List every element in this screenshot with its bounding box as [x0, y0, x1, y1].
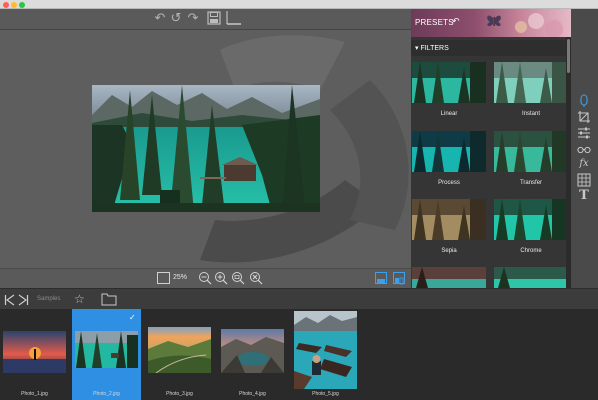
- photo-editor-window: ↶ ↺ ↷ 25% PRESETS ↶ ▾ FILTERS Linear Ins…: [0, 0, 598, 400]
- minimize-window-button[interactable]: [11, 2, 17, 8]
- presets-panel: PRESETS ↶ ▾ FILTERS Linear Instant Proce…: [411, 9, 571, 288]
- main-photo: [92, 85, 320, 212]
- photo-1-name: Photo_1.jpg: [21, 391, 48, 397]
- filter-label-chrome: Chrome: [520, 248, 542, 254]
- photo-2-thumbnail: [75, 331, 138, 368]
- undo-alt-icon[interactable]: ↺: [168, 11, 184, 27]
- zoom-actual-size-icon[interactable]: [231, 271, 245, 285]
- film-item-photo-1[interactable]: Photo_1.jpg: [0, 309, 69, 400]
- filter-label-linear: Linear: [440, 111, 458, 117]
- filters-title: ▾ FILTERS: [415, 45, 449, 52]
- filter-thumb-process[interactable]: [412, 131, 486, 172]
- photo-4-thumbnail: [221, 329, 284, 373]
- film-item-photo-5[interactable]: Photo_5.jpg: [291, 309, 360, 400]
- tool-strip: fx T: [571, 9, 598, 288]
- filter-thumb-transfer[interactable]: [494, 131, 568, 172]
- star-icon[interactable]: ☆: [74, 292, 88, 306]
- single-view-icon[interactable]: [375, 272, 387, 284]
- title-bar: [0, 0, 598, 9]
- scrollbar-thumb[interactable]: [567, 39, 570, 73]
- top-toolbar: ↶ ↺ ↷: [0, 9, 411, 30]
- filter-label-sepia: Sepia: [441, 248, 457, 254]
- photo-3-thumbnail: [148, 327, 211, 373]
- presets-header[interactable]: PRESETS ↶: [411, 9, 571, 37]
- back-arrow-icon[interactable]: ↶: [452, 17, 460, 27]
- folder-icon[interactable]: [101, 292, 117, 306]
- filter-label-process: Process: [438, 180, 460, 186]
- close-window-button[interactable]: [3, 2, 9, 8]
- filters-title-text: FILTERS: [420, 45, 449, 52]
- photo-4-name: Photo_4.jpg: [239, 391, 266, 397]
- zoom-bar: 25%: [0, 268, 411, 288]
- zoom-percentage: 25%: [173, 274, 188, 281]
- zoom-out-icon[interactable]: [198, 271, 212, 285]
- crop-icon[interactable]: [577, 110, 591, 124]
- photo-5-thumbnail: [294, 311, 357, 389]
- save-icon[interactable]: [206, 11, 222, 27]
- presets-title: PRESETS: [415, 18, 454, 27]
- photo-2-name: Photo_2.jpg: [93, 391, 120, 397]
- filmstrip: Photo_1.jpg ✓ Photo_2.jpg Photo_3.jpg Ph…: [0, 309, 598, 400]
- photo-1-thumbnail: [3, 331, 66, 373]
- film-item-photo-4[interactable]: Photo_4.jpg: [218, 309, 287, 400]
- photo-3-name: Photo_3.jpg: [166, 391, 193, 397]
- fit-to-window-icon[interactable]: [157, 272, 170, 284]
- filter-thumb-next-left[interactable]: [412, 267, 486, 288]
- zoom-reset-icon[interactable]: [249, 271, 263, 285]
- album-label: Samples: [37, 296, 61, 302]
- film-item-photo-2[interactable]: ✓ Photo_2.jpg: [72, 309, 141, 400]
- filter-thumb-instant[interactable]: [494, 62, 568, 103]
- skip-last-icon[interactable]: [17, 293, 29, 306]
- glasses-icon[interactable]: [577, 142, 591, 156]
- texture-icon[interactable]: [577, 173, 591, 187]
- filter-label-transfer: Transfer: [519, 180, 543, 186]
- paint-tool-icon[interactable]: [577, 94, 591, 108]
- zoom-in-icon[interactable]: [214, 271, 228, 285]
- photo-5-name: Photo_5.jpg: [312, 391, 339, 397]
- split-view-icon[interactable]: [393, 272, 405, 285]
- redo-icon[interactable]: ↷: [185, 11, 201, 27]
- crop-tool-icon[interactable]: [225, 11, 241, 27]
- filmstrip-toolbar: Samples ☆: [0, 288, 598, 309]
- filter-thumb-linear[interactable]: [412, 62, 486, 103]
- filters-header[interactable]: ▾ FILTERS: [411, 40, 571, 56]
- filter-label-instant: Instant: [521, 111, 540, 117]
- filter-thumb-sepia[interactable]: [412, 199, 486, 240]
- zoom-window-button[interactable]: [19, 2, 25, 8]
- skip-first-icon[interactable]: [4, 293, 16, 306]
- filter-thumb-chrome[interactable]: [494, 199, 568, 240]
- adjust-icon[interactable]: [577, 126, 591, 140]
- text-icon[interactable]: T: [577, 189, 591, 203]
- fx-icon[interactable]: fx: [577, 157, 591, 171]
- film-item-photo-3[interactable]: Photo_3.jpg: [145, 309, 214, 400]
- filter-thumb-next-right[interactable]: [494, 267, 568, 288]
- image-canvas[interactable]: [0, 30, 411, 268]
- checkmark-icon: ✓: [129, 313, 136, 322]
- undo-icon[interactable]: ↶: [152, 11, 168, 27]
